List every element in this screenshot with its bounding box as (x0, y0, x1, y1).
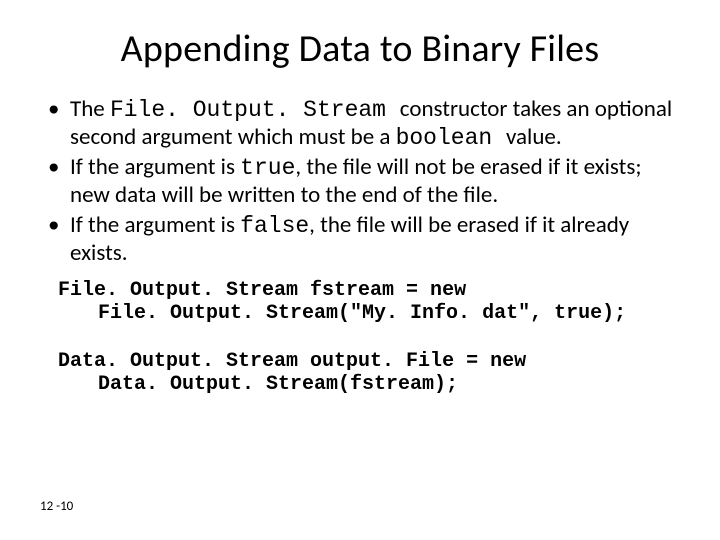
slide: Appending Data to Binary Files The File.… (0, 0, 720, 540)
bullet-item: If the argument is false, the file will … (46, 212, 680, 267)
bullet-text: If the argument is (70, 153, 240, 181)
inline-code: true (240, 155, 295, 181)
code-line: Data. Output. Stream(fstream); (58, 373, 680, 397)
inline-code: false (240, 213, 309, 239)
bullet-text: value. (506, 123, 562, 151)
page-number: 12 -10 (40, 499, 73, 514)
code-line: File. Output. Stream("My. Info. dat", tr… (58, 302, 680, 326)
bullet-text: If the argument is (70, 211, 240, 239)
slide-title: Appending Data to Binary Files (40, 26, 680, 72)
bullet-text: The (70, 95, 110, 123)
code-line: File. Output. Stream fstream = new (58, 279, 466, 302)
inline-code: File. Output. Stream (110, 97, 400, 123)
inline-code: boolean (396, 125, 506, 151)
bullet-item: The File. Output. Stream constructor tak… (46, 96, 680, 152)
bullet-item: If the argument is true, the file will n… (46, 154, 680, 209)
code-line: Data. Output. Stream output. File = new (58, 350, 526, 373)
bullet-list: The File. Output. Stream constructor tak… (40, 96, 680, 267)
code-block: File. Output. Stream fstream = new File.… (40, 279, 680, 397)
